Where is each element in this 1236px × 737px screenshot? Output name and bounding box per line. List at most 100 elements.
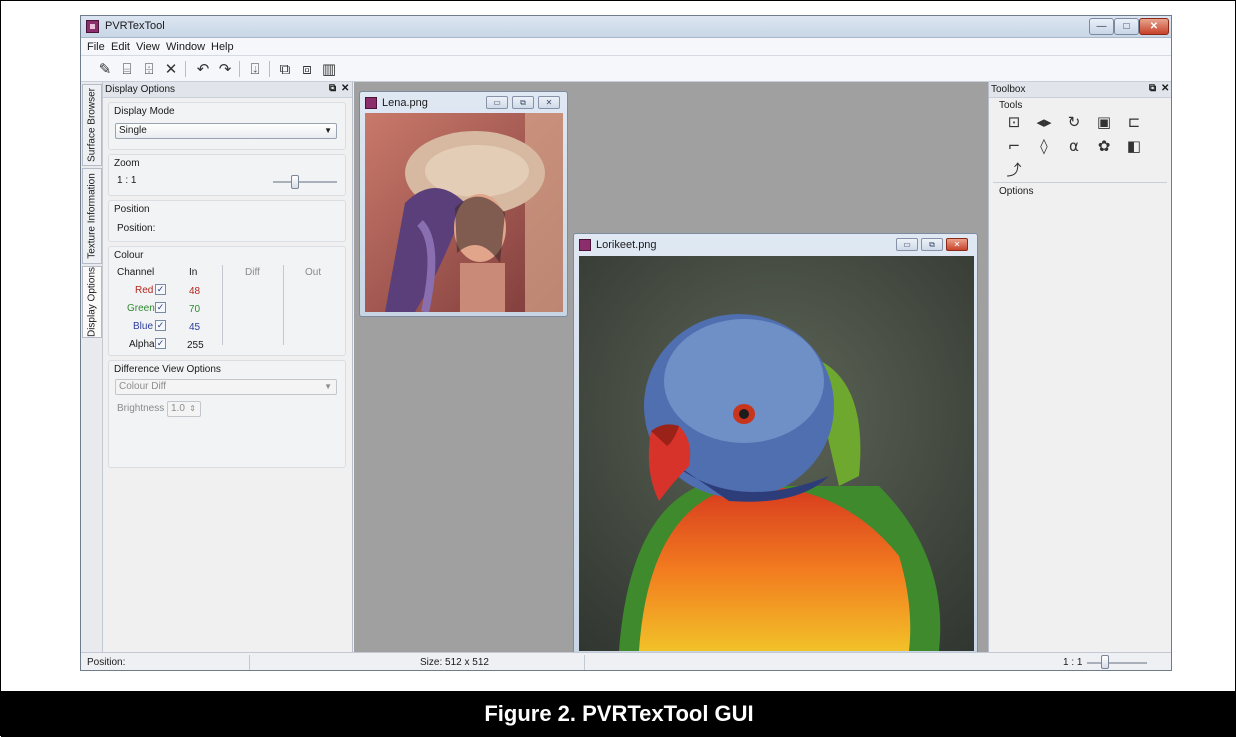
channel-green-label: Green (127, 303, 155, 314)
chevron-down-icon: ▼ (324, 126, 332, 135)
crop-icon[interactable]: ⌐ (1003, 136, 1025, 156)
divider (993, 182, 1167, 183)
group-label: Zoom (114, 158, 140, 169)
image-icon (365, 97, 377, 109)
toolbox-panel: Toolbox ⧉ ✕ Tools ⊡ ◂▸ ↻ ▣ ⊏ ⌐ ◊ α ✿ ◧ ⤴… (988, 82, 1171, 652)
document-title: Lorikeet.png (596, 239, 657, 251)
tools-label: Tools (999, 100, 1023, 111)
select-value: Colour Diff (119, 381, 167, 392)
channel-blue-value: 45 (189, 322, 201, 333)
redo-icon[interactable]: ↷ (215, 60, 235, 78)
status-separator (249, 655, 250, 670)
menu-help[interactable]: Help (211, 41, 234, 53)
toolbar-separator (185, 61, 186, 77)
status-separator (584, 655, 585, 670)
float-icon[interactable]: ⧉ (329, 83, 336, 94)
rotate-icon[interactable]: ↻ (1063, 112, 1085, 132)
child-restore-button[interactable]: ⧉ (921, 238, 943, 251)
child-close-button[interactable]: ✕ (946, 238, 968, 251)
open-folder-icon[interactable]: ⌹ (139, 60, 159, 78)
child-minimize-button[interactable]: ▭ (486, 96, 508, 109)
chevron-down-icon: ▼ (324, 382, 332, 391)
menu-edit[interactable]: Edit (111, 41, 130, 53)
border-icon[interactable]: ▣ (1093, 112, 1115, 132)
mipmap-icon[interactable]: ⊏ (1123, 112, 1145, 132)
figure-caption: Figure 2. PVRTexTool GUI (1, 691, 1236, 737)
menu-view[interactable]: View (136, 41, 160, 53)
status-zoom-slider-track[interactable] (1087, 662, 1147, 664)
difference-mode-select[interactable]: Colour Diff ▼ (115, 379, 337, 395)
group-label: Position (114, 204, 150, 215)
maximize-button[interactable]: □ (1114, 18, 1139, 35)
child-close-button[interactable]: ✕ (538, 96, 560, 109)
lorikeet-window[interactable]: Lorikeet.png ▭ ⧉ ✕ (573, 233, 978, 654)
close-button[interactable]: ✕ (1139, 18, 1169, 35)
close-icon[interactable]: ✕ (161, 60, 181, 78)
normal-map-icon[interactable]: ⤴ (1003, 160, 1025, 180)
alpha-drop-icon[interactable]: ◊ (1033, 136, 1055, 156)
brightness-spinbox[interactable]: 1.0 ⇕ (167, 401, 201, 417)
panel-title: Display Options (105, 84, 176, 95)
undo-icon[interactable]: ↶ (193, 60, 213, 78)
panel-title: Toolbox (991, 84, 1026, 95)
decompress-icon[interactable]: ⧈ (297, 60, 317, 78)
new-file-icon[interactable]: ✎ (95, 60, 115, 78)
document-area: Lena.png ▭ ⧉ ✕ Lorikeet.png ▭ ⧉ ✕ (354, 82, 988, 654)
compress-icon[interactable]: ⧉ (275, 60, 295, 78)
display-mode-select[interactable]: Single ▼ (115, 123, 337, 139)
alpha-symbol-icon[interactable]: α (1063, 136, 1085, 156)
column-divider (283, 265, 284, 345)
lena-window[interactable]: Lena.png ▭ ⧉ ✕ (359, 91, 568, 317)
status-position: Position: (87, 657, 126, 668)
zoom-slider-knob[interactable] (291, 175, 299, 189)
histogram-icon[interactable]: ▥ (319, 60, 339, 78)
channel-red-checkbox[interactable]: ✓ (155, 284, 166, 295)
group-label: Display Mode (114, 106, 175, 117)
zoom-slider-track[interactable] (273, 181, 337, 183)
diff-header: Diff (245, 267, 260, 278)
tab-display-options[interactable]: Display Options (82, 266, 102, 338)
panel-close-icon[interactable]: ✕ (1161, 83, 1169, 94)
tab-texture-information[interactable]: Texture Information (82, 168, 102, 264)
image-icon (579, 239, 591, 251)
lena-image-art (365, 113, 563, 312)
tab-surface-browser[interactable]: Surface Browser (82, 84, 102, 166)
toolbar-separator (239, 61, 240, 77)
app-logo-icon (86, 20, 99, 33)
open-file-icon[interactable]: ⌸ (117, 60, 137, 78)
minimize-button[interactable]: — (1089, 18, 1114, 35)
channel-alpha-checkbox[interactable]: ✓ (155, 338, 166, 349)
column-divider (222, 265, 223, 345)
flip-icon[interactable]: ◂▸ (1033, 112, 1055, 132)
channel-copy-icon[interactable]: ◧ (1123, 136, 1145, 156)
menu-window[interactable]: Window (166, 41, 205, 53)
status-size: Size: 512 x 512 (420, 657, 489, 668)
tab-label: Texture Information (86, 173, 98, 259)
child-minimize-button[interactable]: ▭ (896, 238, 918, 251)
spin-value: 1.0 (171, 403, 185, 414)
channel-blue-checkbox[interactable]: ✓ (155, 320, 166, 331)
channel-alpha-value: 255 (187, 340, 204, 351)
palette-icon[interactable]: ✿ (1093, 136, 1115, 156)
encode-icon[interactable]: ⍗ (245, 60, 265, 78)
brightness-label: Brightness x (117, 403, 173, 414)
status-zoom-slider-knob[interactable] (1101, 655, 1109, 669)
panel-close-icon[interactable]: ✕ (341, 83, 349, 94)
channel-green-checkbox[interactable]: ✓ (155, 302, 166, 313)
channel-alpha-label: Alpha (129, 339, 155, 350)
zoom-group: Zoom 1 : 1 (108, 154, 346, 196)
channel-red-value: 48 (189, 286, 201, 297)
child-restore-button[interactable]: ⧉ (512, 96, 534, 109)
select-value: Single (119, 125, 147, 136)
spin-arrows-icon: ⇕ (189, 404, 196, 413)
title-bar: PVRTexTool — □ ✕ (81, 16, 1171, 38)
window-title: PVRTexTool (105, 20, 165, 32)
resize-icon[interactable]: ⊡ (1003, 112, 1025, 132)
group-label: Difference View Options (114, 364, 221, 375)
app-window: PVRTexTool — □ ✕ File Edit View Window H… (80, 15, 1172, 671)
options-label: Options (999, 186, 1034, 197)
float-icon[interactable]: ⧉ (1149, 83, 1156, 94)
in-header: In (189, 267, 198, 278)
display-options-panel: Display Options ⧉ ✕ Display Mode Single … (103, 82, 353, 652)
menu-file[interactable]: File (87, 41, 105, 53)
